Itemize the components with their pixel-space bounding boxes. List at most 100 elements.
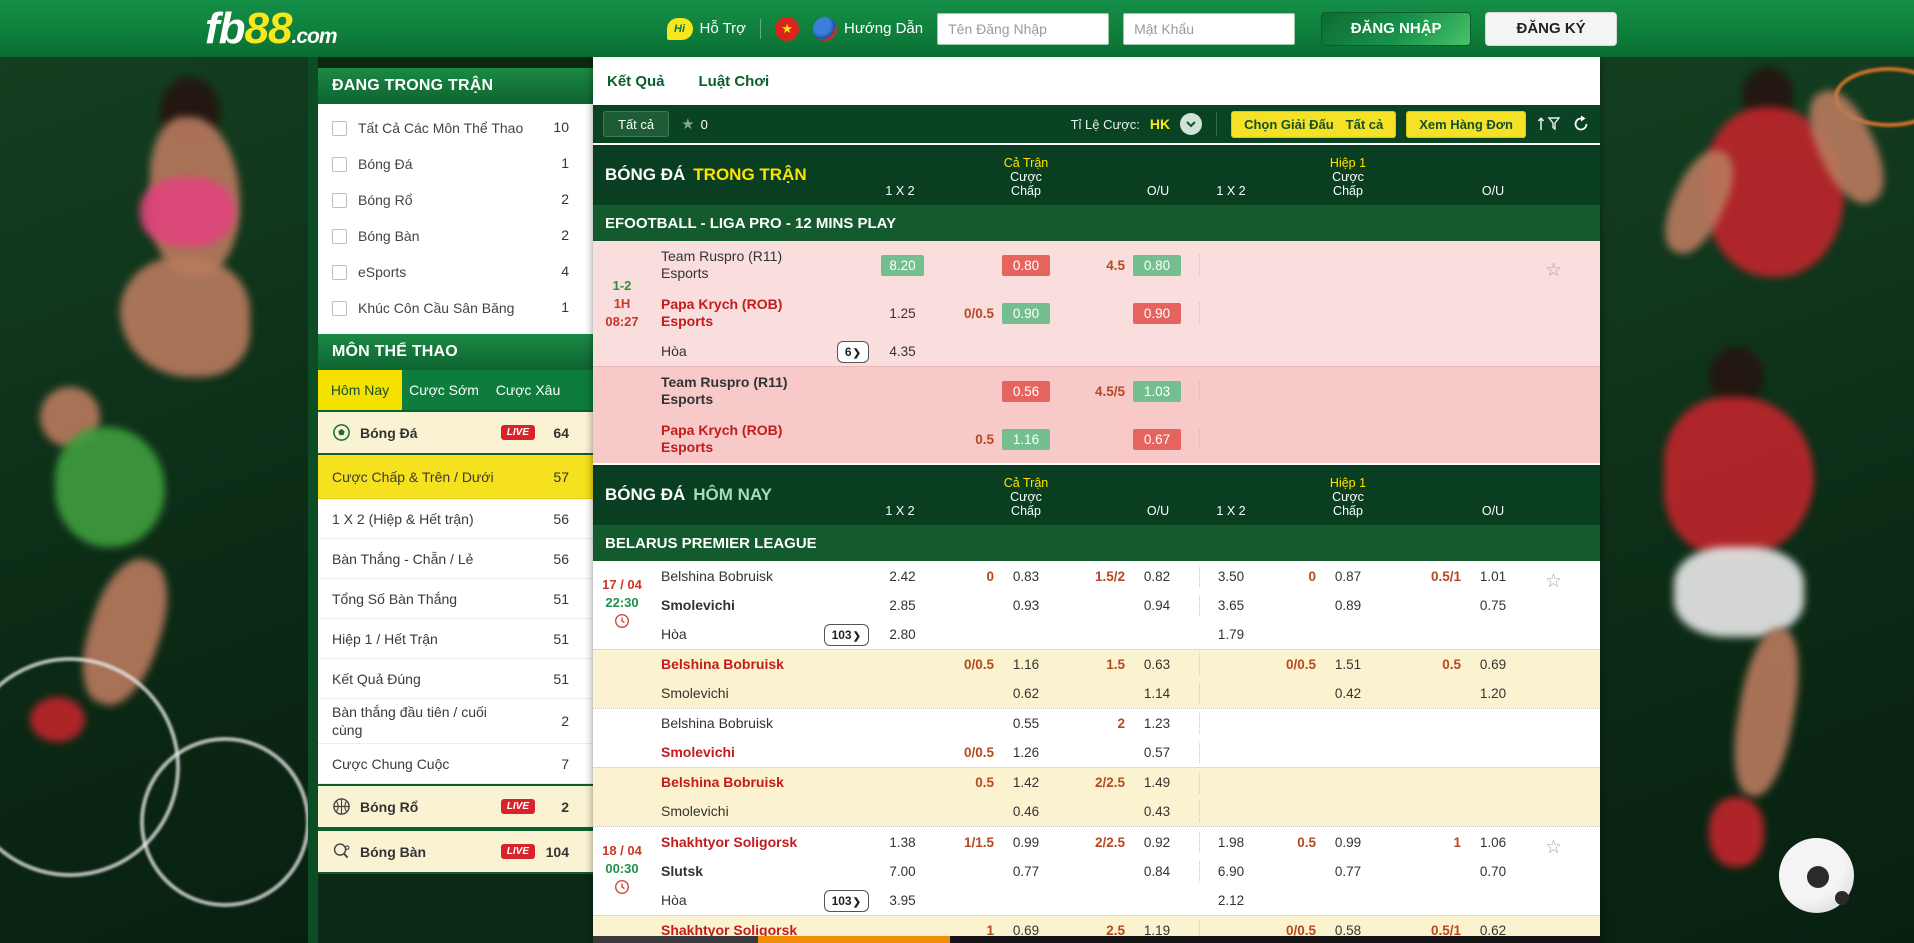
handicap-value[interactable]: 0.5 (1442, 657, 1461, 672)
odd-value[interactable]: 1.16 (1002, 654, 1050, 675)
live-filter-item[interactable]: Bóng Đá1 (318, 146, 593, 182)
sidebar-menu-item[interactable]: Bóng ĐáLIVE64 (318, 410, 593, 455)
handicap-value[interactable]: 2/2.5 (1095, 835, 1125, 850)
odd-value[interactable]: 0.77 (1324, 861, 1372, 882)
odd-value[interactable]: 1.51 (1324, 654, 1372, 675)
odd-value[interactable]: 1.23 (1133, 713, 1181, 734)
odd-value[interactable]: 0.75 (1469, 595, 1517, 616)
handicap-value[interactable]: 0/0.5 (964, 657, 994, 672)
password-input[interactable] (1123, 13, 1295, 45)
vietnam-flag-icon[interactable]: ★ (775, 17, 799, 41)
handicap-value[interactable]: 4.5/5 (1095, 384, 1125, 399)
handicap-value[interactable]: 0 (986, 569, 994, 584)
odd-value[interactable]: 0.93 (1002, 595, 1050, 616)
odd-value[interactable]: 0.80 (1002, 255, 1050, 276)
main-link-results[interactable]: Kết Quả (607, 73, 665, 90)
more-bets-button[interactable]: 103 (824, 624, 869, 646)
sidebar-menu-item[interactable]: Tổng Số Bàn Thắng51 (318, 579, 593, 619)
handicap-value[interactable]: 1.5 (1106, 657, 1125, 672)
sidebar-menu-item[interactable]: 1 X 2 (Hiệp & Hết trận)56 (318, 499, 593, 539)
odd-value[interactable]: 0.46 (1002, 801, 1050, 822)
favorite-star-icon[interactable]: ☆ (1545, 256, 1562, 280)
sidebar-tab[interactable]: Cược Xâu (486, 370, 570, 410)
odd-value[interactable]: 0.70 (1469, 861, 1517, 882)
odd-value[interactable]: 1.49 (1133, 772, 1181, 793)
checkbox[interactable] (332, 157, 347, 172)
odd-value[interactable]: 0.90 (1002, 303, 1050, 324)
odd-value[interactable]: 7.00 (881, 861, 924, 882)
odd-value[interactable]: 0.63 (1133, 654, 1181, 675)
odd-value[interactable]: 1.14 (1133, 683, 1181, 704)
odd-value[interactable]: 0.80 (1133, 255, 1181, 276)
checkbox[interactable] (332, 229, 347, 244)
odd-value[interactable]: 6.90 (1207, 861, 1255, 882)
odd-value[interactable]: 0.99 (1324, 832, 1372, 853)
odd-value[interactable]: 1.42 (1002, 772, 1050, 793)
handicap-value[interactable]: 0.5 (975, 432, 994, 447)
odd-value[interactable]: 1.03 (1133, 381, 1181, 402)
odd-value[interactable]: 0.67 (1133, 429, 1181, 450)
odd-value[interactable]: 1.38 (881, 832, 924, 853)
odd-value[interactable]: 0.94 (1133, 595, 1181, 616)
handicap-value[interactable]: 1/1.5 (964, 835, 994, 850)
live-filter-item[interactable]: eSports4 (318, 254, 593, 290)
handicap-value[interactable]: 0.5/1 (1431, 569, 1461, 584)
odd-value[interactable]: 0.90 (1133, 303, 1181, 324)
odds-format-dropdown[interactable] (1180, 113, 1202, 135)
handicap-value[interactable]: 0.5 (975, 775, 994, 790)
more-bets-button[interactable]: 103 (824, 890, 869, 912)
odd-value[interactable]: 0.92 (1133, 832, 1181, 853)
checkbox[interactable] (332, 301, 347, 316)
odd-value[interactable]: 1.26 (1002, 742, 1050, 763)
more-bets-button[interactable]: 6 (837, 341, 869, 363)
sidebar-tab[interactable]: Cược Sớm (402, 370, 486, 410)
sidebar-menu-item[interactable]: Bóng RổLIVE2 (318, 784, 593, 829)
odd-value[interactable]: 2.80 (881, 624, 924, 645)
odd-value[interactable]: 0.56 (1002, 381, 1050, 402)
checkbox[interactable] (332, 265, 347, 280)
sidebar-menu-item[interactable]: Bóng BànLIVE104 (318, 829, 593, 874)
live-filter-item[interactable]: Tất Cả Các Môn Thể Thao10 (318, 110, 593, 146)
odd-value[interactable]: 0.69 (1469, 654, 1517, 675)
odd-value[interactable]: 1.79 (1207, 624, 1255, 645)
odd-value[interactable]: 0.77 (1002, 861, 1050, 882)
all-filter-button[interactable]: Tất cả (603, 111, 669, 137)
odd-value[interactable]: 3.95 (881, 890, 924, 911)
odd-value[interactable]: 0.89 (1324, 595, 1372, 616)
handicap-value[interactable]: 0.5 (1297, 835, 1316, 850)
checkbox[interactable] (332, 193, 347, 208)
sidebar-menu-item[interactable]: Bàn thắng đầu tiên / cuối cùng2 (318, 699, 593, 744)
choose-league-button[interactable]: Chọn Giải ĐấuTất cả (1231, 111, 1396, 138)
favorite-star-icon[interactable]: ☆ (1545, 833, 1562, 857)
sidebar-menu-item[interactable]: Kết Quả Đúng51 (318, 659, 593, 699)
login-button[interactable]: ĐĂNG NHẬP (1321, 12, 1471, 46)
favorites-counter[interactable]: ★ 0 (681, 115, 708, 133)
register-button[interactable]: ĐĂNG KÝ (1485, 12, 1617, 46)
sidebar-menu-item[interactable]: Cược Chung Cuộc7 (318, 744, 593, 784)
sidebar-tab[interactable]: Hôm Nay (318, 370, 402, 410)
odd-value[interactable]: 3.50 (1207, 566, 1255, 587)
checkbox[interactable] (332, 121, 347, 136)
odd-value[interactable]: 3.65 (1207, 595, 1255, 616)
odd-value[interactable]: 8.20 (881, 255, 924, 276)
odd-value[interactable]: 0.42 (1324, 683, 1372, 704)
handicap-value[interactable]: 0/0.5 (1286, 657, 1316, 672)
main-link-rules[interactable]: Luật Chơi (699, 73, 770, 90)
brand-logo[interactable]: fb88.com (205, 4, 337, 54)
live-filter-item[interactable]: Khúc Côn Cầu Sân Băng1 (318, 290, 593, 326)
sort-filter-icon[interactable] (1536, 115, 1562, 133)
odd-value[interactable]: 2.42 (881, 566, 924, 587)
odd-value[interactable]: 2.85 (881, 595, 924, 616)
odd-value[interactable]: 0.87 (1324, 566, 1372, 587)
odd-value[interactable]: 0.55 (1002, 713, 1050, 734)
handicap-value[interactable]: 0/0.5 (964, 306, 994, 321)
handicap-value[interactable]: 0 (1308, 569, 1316, 584)
handicap-value[interactable]: 0/0.5 (964, 745, 994, 760)
sidebar-scrollbar[interactable] (308, 57, 318, 943)
sidebar-menu-item[interactable]: Hiệp 1 / Hết Trận51 (318, 619, 593, 659)
favorite-star-icon[interactable]: ☆ (1545, 567, 1562, 591)
odd-value[interactable]: 0.62 (1002, 683, 1050, 704)
odd-value[interactable]: 0.83 (1002, 566, 1050, 587)
odd-value[interactable]: 2.12 (1207, 890, 1255, 911)
sidebar-menu-item[interactable]: Cược Chấp & Trên / Dưới57 (318, 455, 593, 499)
